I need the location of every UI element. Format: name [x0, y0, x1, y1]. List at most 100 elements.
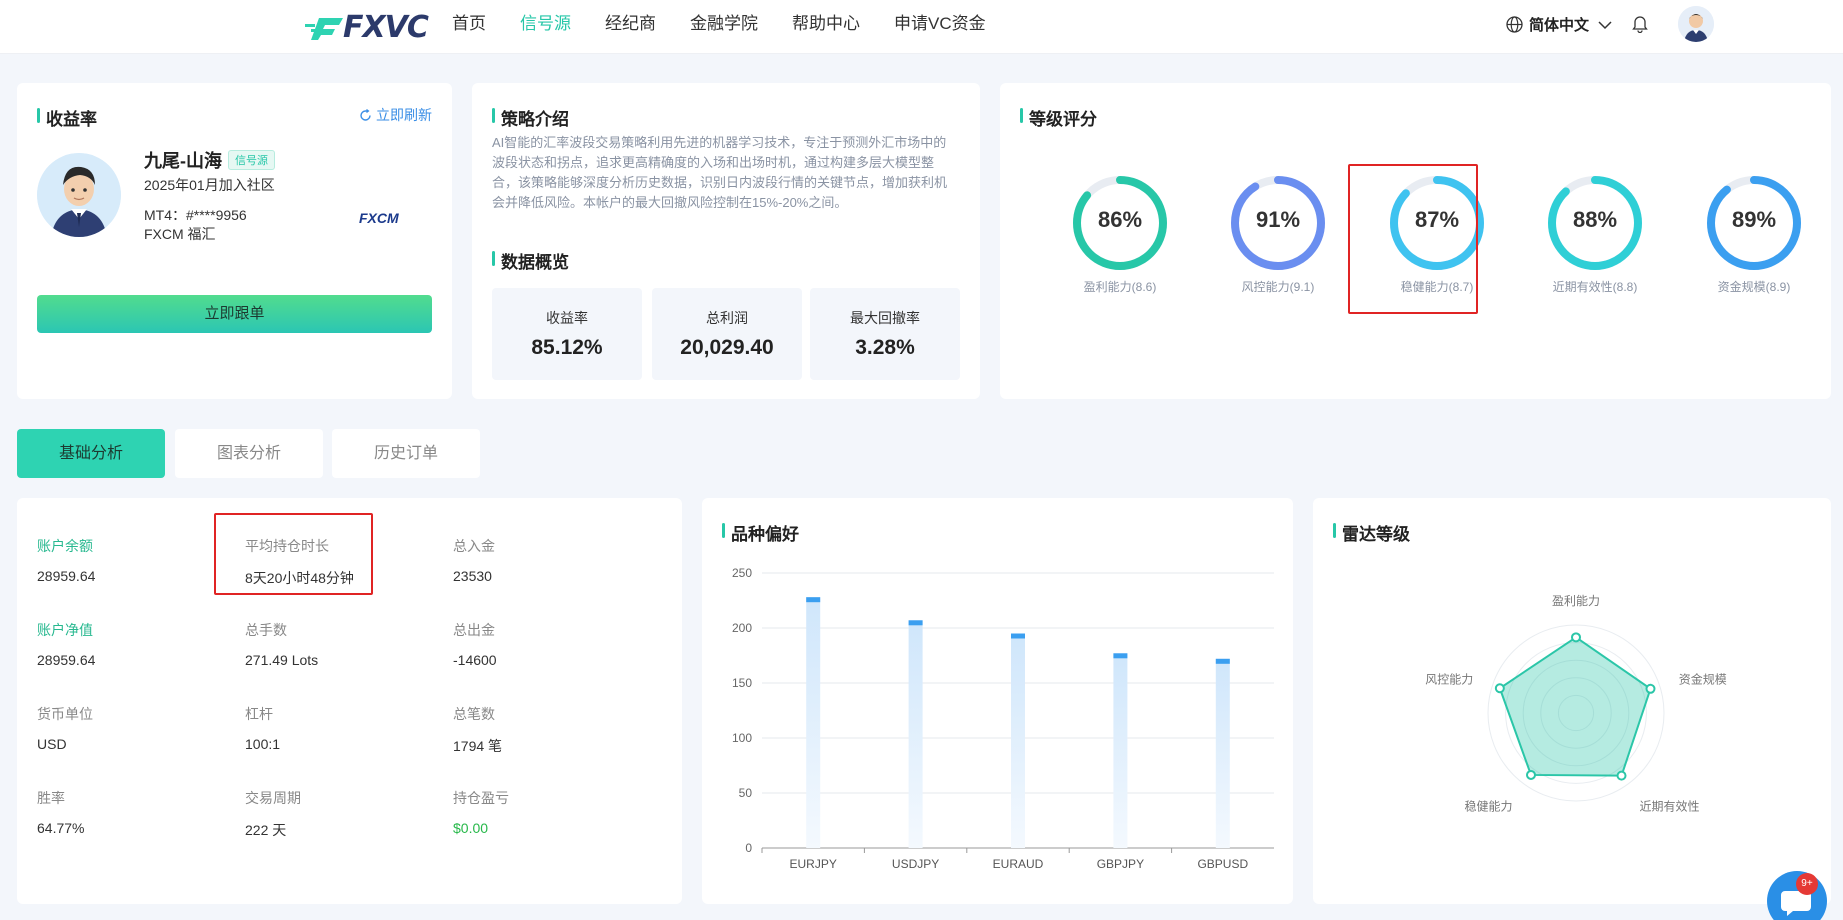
gauge-label: 近期有效性(8.8) [1552, 280, 1638, 294]
broker-name: FXCM 福汇 [144, 226, 216, 242]
gauge-value: 86% [1097, 207, 1143, 232]
rating-card: 等级评分 86% 盈利能力(8.6) 91% 风控能力(9.1) 87% 稳健能力(8.7… [1000, 83, 1831, 399]
gauge-value: 91% [1255, 207, 1301, 232]
x-tick-label: USDJPY [892, 857, 939, 871]
nav-brokers[interactable]: 经纪商 [605, 0, 656, 50]
radar-axis-label: 近期有效性 [1639, 798, 1699, 813]
logo-mark-icon [305, 18, 343, 40]
radar-point[interactable] [1571, 632, 1581, 643]
tab-order-history[interactable]: 历史订单 [332, 429, 480, 478]
radar-area [1498, 636, 1652, 777]
info-label: 总入金 [453, 538, 495, 554]
info-label: 总手数 [245, 622, 287, 638]
broker-logo-text: FXCM [359, 210, 399, 226]
info-label: 杠杆 [245, 706, 273, 722]
highlight-box [214, 513, 373, 595]
bar[interactable] [1113, 653, 1128, 848]
info-label: 交易周期 [245, 790, 301, 806]
info-item: 交易周期 222 天 [245, 788, 301, 840]
profile-card: 收益率 立即刷新 九尾-山海 信号源 2025年01月加入社区 MT4：#***… [17, 83, 452, 399]
info-value: 1794 笔 [453, 738, 503, 754]
y-tick-label: 200 [732, 621, 752, 635]
info-label: 总笔数 [453, 706, 495, 722]
stat-label: 最大回撤率 [850, 310, 920, 326]
stat-value: 20,029.40 [680, 336, 774, 359]
stat-label: 总利润 [706, 310, 748, 326]
bar[interactable] [1011, 633, 1025, 849]
broker-logo: FXCM [359, 210, 399, 226]
x-tick-label: GBPUSD [1197, 857, 1248, 871]
language-switcher[interactable]: 简体中文 [1506, 14, 1619, 35]
basic-info-card: 账户余额 28959.64 平均持仓时长 8天20小时48分钟 总入金 23530 账户净值… [17, 498, 682, 904]
main-nav: 首页 信号源 经纪商 金融学院 帮助中心 申请VC资金 [452, 0, 1020, 50]
refresh-button[interactable]: 立即刷新 [359, 105, 432, 125]
join-date: 2025年01月加入社区 [144, 177, 275, 193]
y-tick-label: 0 [745, 841, 752, 855]
score-gauge: 89% 资金规模(8.9) [1684, 173, 1824, 295]
bar-cap [1215, 658, 1230, 664]
chat-badge: 9+ [1796, 873, 1818, 895]
gauge-value: 89% [1731, 207, 1777, 232]
mt4-account: MT4：#****9956 [144, 207, 247, 223]
radar-chart: 盈利能力资金规模近期有效性 稳健能力 风控能力 [1425, 594, 1727, 813]
nav-home[interactable]: 首页 [452, 0, 486, 50]
y-tick-label: 250 [732, 566, 752, 580]
bell-icon [1632, 16, 1648, 34]
strategy-section-title: 策略介绍 [492, 105, 569, 130]
info-value: 100:1 [245, 736, 281, 752]
radar-point[interactable] [1525, 769, 1536, 780]
highlight-box [1348, 164, 1478, 314]
strategy-description: AI智能的汇率波段交易策略利用先进的机器学习技术，专注于预测外汇市场中的波段状态… [492, 135, 948, 210]
nav-signals[interactable]: 信号源 [520, 0, 571, 50]
bar-cap [1113, 653, 1128, 659]
radar-axis-label: 稳健能力 [1465, 798, 1513, 813]
info-label: 总出金 [453, 622, 495, 638]
info-item: 账户净值 28959.64 [37, 620, 95, 668]
globe-icon [1506, 16, 1523, 33]
info-label: 胜率 [37, 790, 65, 806]
notification-button[interactable] [1632, 15, 1648, 38]
y-tick-label: 100 [732, 731, 752, 745]
radar-point[interactable] [1494, 683, 1505, 694]
info-value: 64.77% [37, 820, 85, 836]
stat-value: 3.28% [855, 336, 915, 359]
bar[interactable] [908, 620, 923, 848]
profile-section-title: 收益率 [37, 105, 97, 130]
x-tick-label: GBPJPY [1097, 857, 1144, 871]
gauge-label: 风控能力(9.1) [1241, 280, 1315, 294]
gauge-value: 88% [1572, 207, 1618, 232]
y-tick-label: 50 [739, 786, 753, 800]
radar-point[interactable] [1645, 683, 1656, 694]
user-avatar[interactable] [1678, 6, 1714, 42]
gauge-label: 资金规模(8.9) [1717, 280, 1791, 294]
radar-axis-label: 风控能力 [1425, 673, 1473, 687]
bar[interactable] [806, 597, 821, 848]
info-label: 货币单位 [37, 706, 93, 722]
chevron-down-icon [1598, 20, 1612, 29]
radar-point[interactable] [1616, 770, 1627, 781]
nav-help[interactable]: 帮助中心 [792, 0, 860, 50]
strategy-card: 策略介绍 AI智能的汇率波段交易策略利用先进的机器学习技术，专注于预测外汇市场中… [472, 83, 980, 399]
signal-source-tag: 信号源 [228, 150, 275, 170]
info-value: 23530 [453, 568, 492, 584]
info-item: 总出金 -14600 [453, 620, 497, 668]
info-item: 总入金 23530 [453, 536, 495, 584]
bar-cap [908, 620, 923, 626]
info-label: 持仓盈亏 [453, 790, 509, 806]
stat-value: 85.12% [531, 336, 603, 359]
tab-chart-analysis[interactable]: 图表分析 [175, 429, 323, 478]
nav-academy[interactable]: 金融学院 [690, 0, 758, 50]
radar-axis-label: 资金规模 [1679, 672, 1727, 687]
trader-name-row: 九尾-山海 信号源 [144, 147, 275, 173]
bar[interactable] [1215, 658, 1230, 848]
variety-chart-card: 品种偏好 0 50 100 150 200 250 EURJPY USDJPY EURAUD GB… [702, 498, 1293, 904]
bar-cap [1011, 633, 1025, 639]
nav-apply-vc[interactable]: 申请VC资金 [894, 0, 986, 50]
follow-button[interactable]: 立即跟单 [37, 295, 432, 333]
y-tick-label: 150 [732, 676, 752, 690]
refresh-label: 立即刷新 [376, 107, 432, 123]
rating-section-title: 等级评分 [1020, 105, 1097, 130]
tab-basic-analysis[interactable]: 基础分析 [17, 429, 165, 478]
info-item: 货币单位 USD [37, 704, 93, 752]
logo[interactable]: FXVC [303, 10, 429, 45]
